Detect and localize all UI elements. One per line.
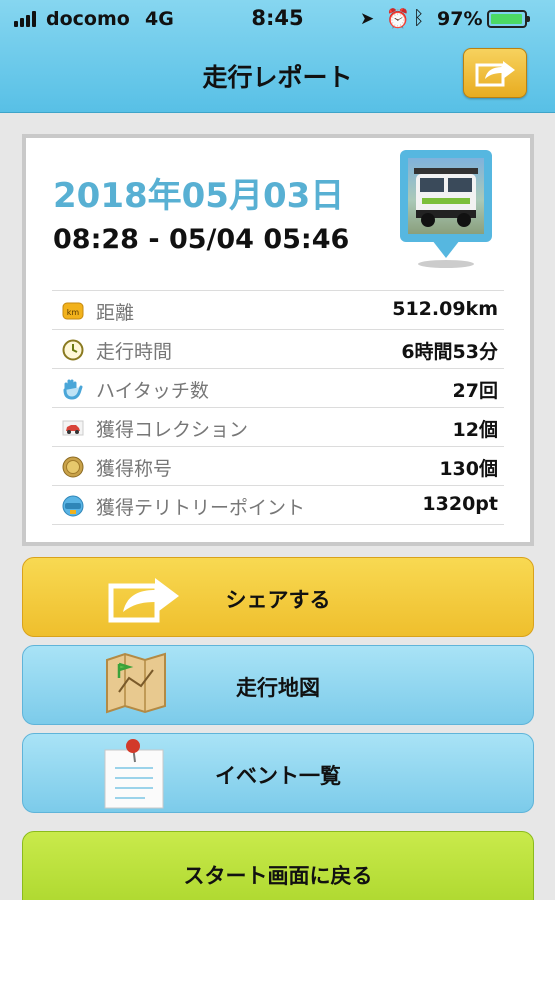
location-icon: ➤ <box>360 9 375 29</box>
event-list-button-label: イベント一覧 <box>215 764 341 788</box>
report-time-range: 08:28 - 05/04 05:46 <box>53 224 350 255</box>
svg-text:km: km <box>67 308 80 317</box>
stat-row-drive-time: 走行時間 6時間53分 <box>52 329 504 368</box>
battery-percent: 97% <box>437 8 483 30</box>
drive-map-button-label: 走行地図 <box>236 676 320 700</box>
medal-icon <box>62 456 84 478</box>
stat-value: 12個 <box>452 419 498 441</box>
report-date: 2018年05月03日 <box>53 176 345 216</box>
stat-label: 獲得テリトリーポイント <box>96 497 306 519</box>
stat-row-distance: km 距離 512.09km <box>52 290 504 329</box>
vehicle-photo-pin[interactable] <box>400 150 492 270</box>
header-share-button[interactable] <box>463 48 527 98</box>
app-screen: docomo 4G 8:45 ➤ ⏰ ᛒ 97% 走行レポート 2018年05月… <box>0 0 555 900</box>
share-button[interactable]: シェアする <box>22 557 534 637</box>
stat-value: 6時間53分 <box>401 341 498 363</box>
bluetooth-icon: ᛒ <box>413 7 425 29</box>
back-to-start-button[interactable]: スタート画面に戻る <box>22 831 534 900</box>
status-bar: docomo 4G 8:45 ➤ ⏰ ᛒ 97% <box>0 0 555 40</box>
stat-label: 獲得称号 <box>96 458 173 480</box>
share-button-label: シェアする <box>225 588 331 612</box>
stat-row-high-touch: ハイタッチ数 27回 <box>52 368 504 407</box>
report-card: 2018年05月03日 08:28 - 05/04 05:46 km 距離 51… <box>22 134 534 546</box>
back-to-start-button-label: スタート画面に戻る <box>183 864 373 888</box>
car-icon <box>62 420 84 436</box>
stat-value: 130個 <box>439 458 498 480</box>
stat-row-territory-points: 獲得テリトリーポイント 1320pt <box>52 485 504 525</box>
battery-icon <box>487 10 530 28</box>
stats-list: km 距離 512.09km 走行時間 6時間53分 ハイタッチ数 27回 獲得… <box>52 290 504 525</box>
stat-value: 1320pt <box>422 493 498 515</box>
bottom-blank-area <box>0 900 555 987</box>
event-list-button[interactable]: イベント一覧 <box>22 733 534 813</box>
hand-icon <box>63 379 83 400</box>
alarm-icon: ⏰ <box>386 8 410 30</box>
drive-map-button[interactable]: 走行地図 <box>22 645 534 725</box>
clock-icon <box>62 339 84 361</box>
stat-row-titles: 獲得称号 130個 <box>52 446 504 485</box>
km-icon: km <box>62 302 84 320</box>
stat-value: 27回 <box>452 380 498 402</box>
stat-label: 走行時間 <box>96 341 173 363</box>
header-bar: docomo 4G 8:45 ➤ ⏰ ᛒ 97% 走行レポート <box>0 0 555 113</box>
stat-value: 512.09km <box>392 298 498 320</box>
stat-label: 獲得コレクション <box>96 419 249 441</box>
share-arrow-icon <box>475 61 515 87</box>
spot-icon <box>62 495 84 517</box>
vehicle-photo <box>408 158 484 234</box>
stat-label: ハイタッチ数 <box>96 380 209 402</box>
stat-row-collection: 獲得コレクション 12個 <box>52 407 504 446</box>
stat-label: 距離 <box>96 302 135 324</box>
